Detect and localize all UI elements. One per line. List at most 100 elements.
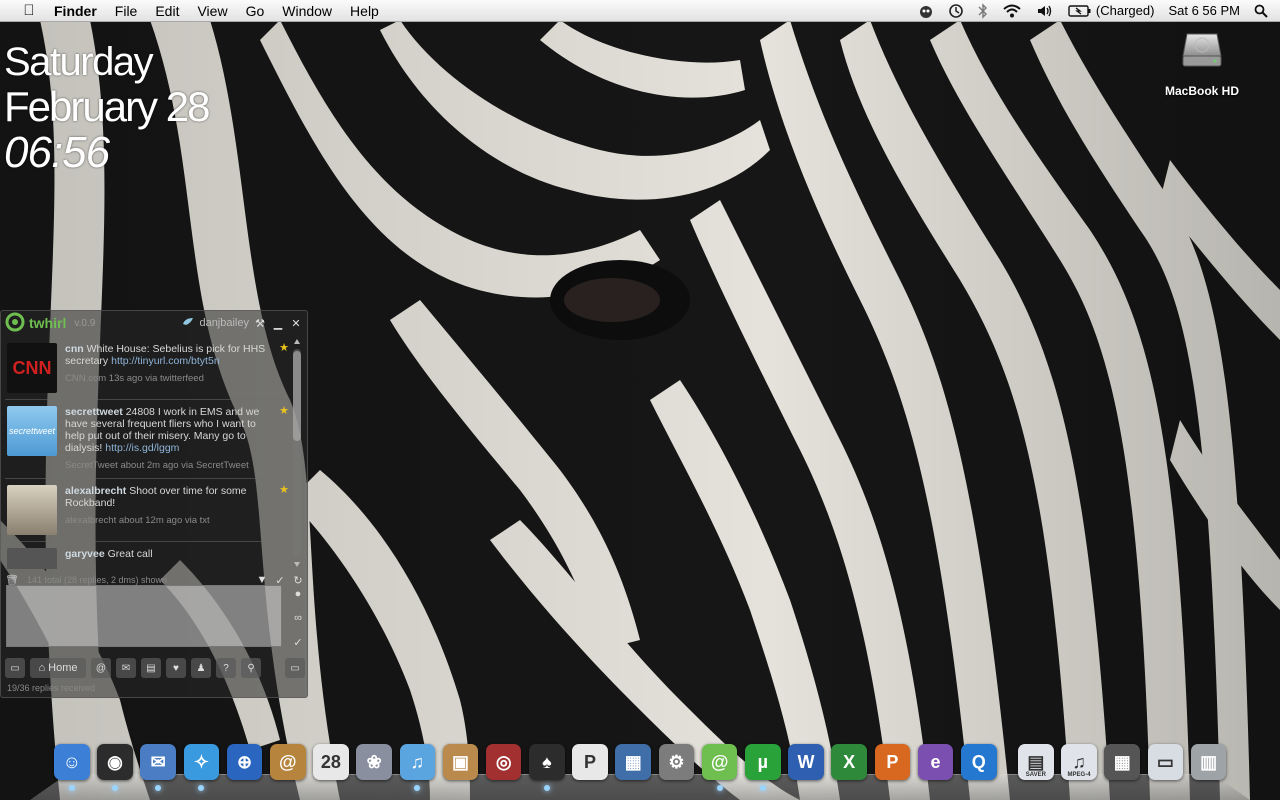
pictures-stack-icon[interactable]: ▦ — [1104, 744, 1141, 780]
tweet-list[interactable]: CNN cnn White House: Sebelius is pick fo… — [5, 337, 289, 569]
link-shorten-icon[interactable]: ∞ — [291, 611, 305, 625]
twhirl-titlebar[interactable]: twhirl v.0.9 danjbailey ⚒ ▁ ✕ — [1, 311, 307, 335]
dock-glyph: ▤ — [1027, 751, 1045, 772]
tweet-author[interactable]: alexalbrecht — [65, 485, 126, 497]
favorite-star-icon[interactable]: ★ — [279, 404, 289, 417]
menu-finder[interactable]: Finder — [40, 0, 106, 22]
twhirl-version: v.0.9 — [74, 317, 96, 329]
excel-icon[interactable]: X — [831, 744, 867, 780]
safari-icon[interactable]: ✧ — [183, 744, 220, 791]
search-icon[interactable]: ⚲ — [241, 658, 261, 678]
tweet-author[interactable]: secrettweet — [65, 406, 123, 418]
dock-glyph: ▥ — [1200, 751, 1218, 772]
twhirl-username[interactable]: danjbailey — [199, 317, 249, 329]
pandora-icon[interactable]: P — [572, 744, 608, 780]
adium-icon[interactable]: ♠ — [529, 744, 565, 791]
tweet-item[interactable]: secrettweet secrettweet 24808 I work in … — [5, 400, 289, 479]
home-button[interactable]: ⌂ Home — [30, 658, 86, 678]
tweet-avatar[interactable] — [7, 548, 57, 569]
settings-wrench-icon[interactable]: ⚒ — [253, 316, 267, 330]
address-book-icon[interactable]: @ — [269, 744, 306, 780]
spaces-icon[interactable]: ▦ — [615, 744, 652, 780]
network-icon[interactable]: ⊕ — [226, 744, 263, 780]
volume-icon[interactable] — [1029, 3, 1061, 19]
dock-glyph: P — [584, 751, 597, 772]
dock-glyph: ❀ — [366, 751, 382, 772]
dock-glyph: ♫ — [410, 751, 425, 772]
itunes-icon[interactable]: ♫ — [399, 744, 436, 791]
menu-window[interactable]: Window — [273, 0, 341, 22]
tweet-author[interactable]: garyvee — [65, 548, 105, 560]
friends-icon[interactable]: ♟ — [191, 658, 211, 678]
replies-icon[interactable]: @ — [91, 658, 111, 678]
time-machine-icon[interactable] — [941, 3, 971, 19]
tweet-author[interactable]: cnn — [65, 343, 84, 355]
direct-messages-icon[interactable]: ✉ — [116, 658, 136, 678]
dock-separator[interactable] — [1004, 744, 1008, 782]
tweet-item[interactable]: CNN cnn White House: Sebelius is pick fo… — [5, 337, 289, 400]
iphoto-icon[interactable]: ❀ — [356, 744, 392, 780]
tweet-list-scrollbar[interactable] — [290, 337, 304, 569]
camera-icon[interactable]: ● — [291, 587, 305, 601]
word-icon[interactable]: W — [788, 744, 824, 780]
tweet-avatar[interactable]: CNN — [7, 343, 57, 393]
preview-icon[interactable]: ▣ — [442, 744, 479, 780]
tweet-link[interactable]: http://tinyurl.com/btyt5n — [111, 355, 220, 367]
wifi-icon[interactable] — [995, 3, 1029, 19]
favorite-star-icon[interactable]: ★ — [279, 341, 289, 354]
menu-help[interactable]: Help — [341, 0, 388, 22]
finder-icon[interactable]: ☺ — [54, 744, 90, 791]
compose-icon[interactable]: ▭ — [5, 658, 25, 678]
battery-icon[interactable]: (Charged) — [1061, 0, 1162, 22]
find-people-icon[interactable]: ? — [216, 658, 236, 678]
running-indicator — [716, 785, 723, 791]
favorite-star-icon[interactable]: ★ — [279, 483, 289, 496]
tweet-avatar[interactable] — [7, 485, 57, 535]
mail-icon[interactable]: ✉ — [140, 744, 176, 791]
menubar-clock[interactable]: Sat 6 56 PM — [1161, 0, 1247, 22]
trash-icon[interactable]: ▥ — [1190, 744, 1227, 780]
tweet-avatar[interactable]: secrettweet — [7, 406, 57, 456]
tweet-link[interactable]: http://is.gd/lggm — [105, 442, 179, 454]
twhirl-icon[interactable]: @ — [701, 744, 738, 791]
spellcheck-icon[interactable]: ✓ — [291, 635, 305, 649]
apple-icon[interactable]:  — [18, 2, 40, 19]
mpeg4-document-icon[interactable]: ♫ MPEG-4 — [1061, 744, 1097, 780]
tweet-input[interactable] — [6, 585, 282, 647]
minimize-button[interactable]: ▁ — [271, 316, 285, 330]
system-preferences-icon[interactable]: ⚙ — [658, 744, 695, 780]
hard-drive-icon[interactable] — [1181, 30, 1223, 70]
downloads-stack-icon[interactable]: ▭ — [1147, 744, 1184, 780]
saver-document-icon[interactable]: ▤ SAVER — [1018, 744, 1054, 780]
refresh-icon[interactable]: ↻ — [291, 573, 305, 587]
powerpoint-icon[interactable]: P — [874, 744, 911, 780]
dock-glyph: X — [843, 751, 856, 772]
spotlight-search-icon[interactable] — [1247, 4, 1280, 18]
menu-file[interactable]: File — [106, 0, 147, 22]
menu-edit[interactable]: Edit — [146, 0, 188, 22]
tweet-item[interactable]: alexalbrecht Shoot over time for some Ro… — [5, 479, 289, 542]
quicktime-icon[interactable]: Q — [960, 744, 997, 780]
bluetooth-icon[interactable] — [971, 2, 995, 19]
running-indicator — [543, 785, 550, 791]
photo-booth-icon[interactable]: ◎ — [485, 744, 522, 780]
desktop-icon-macbook-hd[interactable]: MacBook HD — [1158, 30, 1246, 98]
menu-go[interactable]: Go — [237, 0, 274, 22]
menu-view[interactable]: View — [188, 0, 236, 22]
favorites-icon[interactable]: ♥ — [166, 658, 186, 678]
close-button[interactable]: ✕ — [289, 316, 303, 330]
adium-status-icon[interactable] — [911, 3, 941, 19]
tweet-item[interactable]: garyvee Great call — [5, 542, 289, 569]
chat-icon[interactable]: ▭ — [285, 658, 305, 678]
ical-icon[interactable]: 28 — [313, 744, 349, 780]
twhirl-footer-status: 19/36 replies received — [7, 683, 96, 693]
entourage-icon[interactable]: e — [917, 744, 954, 780]
menu-extras: (Charged) Sat 6 56 PM — [911, 0, 1280, 22]
twitter-bird-icon — [181, 315, 195, 332]
dashboard-icon[interactable]: ◉ — [97, 744, 133, 791]
menu-bar:  Finder File Edit View Go Window Help (… — [0, 0, 1280, 22]
utorrent-icon[interactable]: µ — [745, 744, 781, 791]
archive-icon[interactable]: ▤ — [141, 658, 161, 678]
dock-glyph: ▭ — [1156, 751, 1174, 772]
dock-glyph: ♫ — [1072, 751, 1086, 772]
